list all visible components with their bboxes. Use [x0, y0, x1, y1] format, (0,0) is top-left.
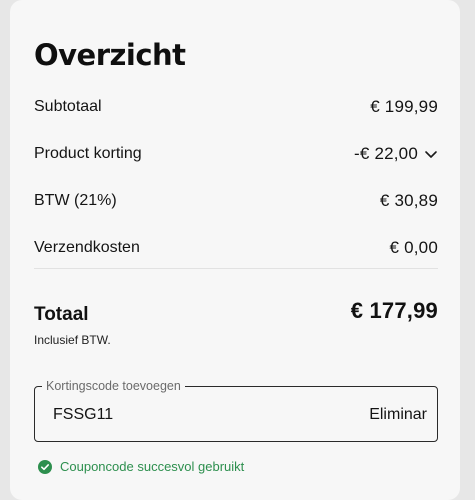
- product-discount-value: -€ 22,00: [354, 144, 418, 163]
- remove-coupon-button[interactable]: Eliminar: [369, 405, 427, 425]
- coupon-success-message: Couponcode succesvol gebruikt: [38, 459, 244, 474]
- coupon-field[interactable]: Kortingscode toevoegen FSSG11 Eliminar: [34, 377, 438, 442]
- total-label: Totaal: [34, 304, 89, 325]
- summary-row-subtotal: Subtotaal € 199,99: [34, 95, 438, 119]
- summary-row-shipping: Verzendkosten € 0,00: [34, 236, 438, 260]
- summary-row-vat: BTW (21%) € 30,89: [34, 189, 438, 213]
- vat-label: BTW (21%): [34, 192, 117, 209]
- chevron-down-icon[interactable]: [424, 149, 438, 159]
- summary-divider: [34, 268, 438, 269]
- coupon-code-value[interactable]: FSSG11: [53, 405, 113, 425]
- summary-row-product-discount[interactable]: Product korting -€ 22,00: [34, 142, 438, 166]
- vat-value: € 30,89: [379, 191, 438, 210]
- coupon-field-label: Kortingscode toevoegen: [42, 377, 185, 395]
- order-summary-card: Overzicht Subtotaal € 199,99 Product kor…: [10, 0, 460, 500]
- shipping-label: Verzendkosten: [34, 239, 140, 256]
- product-discount-label: Product korting: [34, 145, 142, 162]
- check-circle-icon: [38, 459, 52, 474]
- total-vat-note: Inclusief BTW.: [34, 333, 111, 347]
- coupon-success-text: Couponcode succesvol gebruikt: [60, 459, 245, 474]
- shipping-value: € 0,00: [389, 238, 438, 257]
- page-title: Overzicht: [34, 38, 186, 72]
- total-value: € 177,99: [350, 298, 438, 323]
- subtotal-label: Subtotaal: [34, 98, 102, 115]
- product-discount-toggle[interactable]: -€ 22,00: [354, 144, 438, 164]
- subtotal-value: € 199,99: [370, 97, 438, 116]
